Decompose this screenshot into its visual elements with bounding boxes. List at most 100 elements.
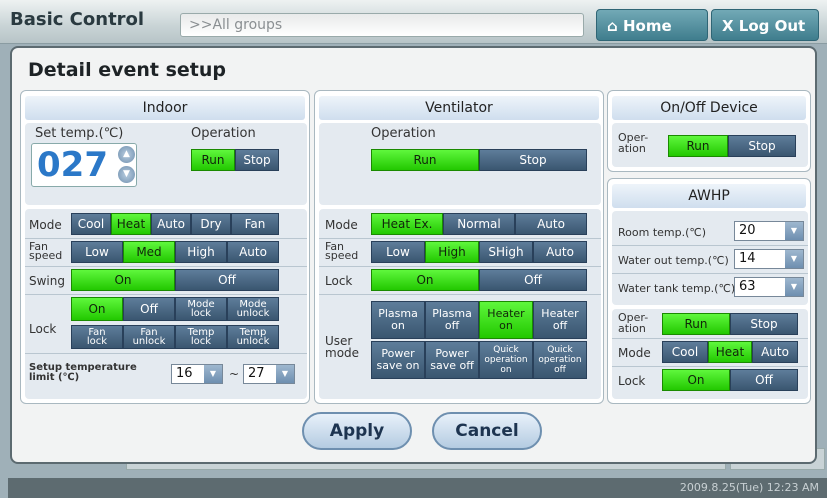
divider (612, 366, 808, 367)
lock-label: Lock (29, 322, 57, 336)
apply-button[interactable]: Apply (302, 412, 412, 450)
fan-high-button[interactable]: High (175, 241, 227, 263)
onoff-stop-button[interactable]: Stop (728, 135, 796, 157)
water-tank-temp-select[interactable]: 63 ▼ (734, 277, 804, 297)
top-bar: Basic Control >>All groups ⌂ Home X Log … (0, 0, 827, 44)
onoff-title: On/Off Device (612, 96, 806, 120)
vent-run-button[interactable]: Run (371, 149, 479, 171)
onoff-run-button[interactable]: Run (668, 135, 728, 157)
btn-line: off (444, 319, 460, 332)
btn-line: lock (86, 336, 108, 347)
awhp-stop-button[interactable]: Stop (730, 313, 798, 335)
lock-on-button[interactable]: On (71, 297, 123, 321)
vent-mode-label: Mode (325, 218, 358, 232)
mode-dry-button[interactable]: Dry (191, 213, 231, 235)
heater-on-button[interactable]: Heater on (479, 301, 533, 339)
quick-operation-off-button[interactable]: Quick operation off (533, 341, 587, 379)
temp-down-button[interactable]: ▼ (118, 166, 135, 183)
room-temp-label: Room temp.(℃) (618, 226, 707, 239)
plasma-on-button[interactable]: Plasma on (371, 301, 425, 339)
chevron-down-icon: ▼ (785, 222, 803, 240)
onoff-device-section: On/Off Device Oper- ation Run Stop (607, 90, 811, 172)
temp-lock-button[interactable]: Temp lock (175, 325, 227, 349)
mode-lock-button[interactable]: Mode lock (175, 297, 227, 321)
btn-line: off (552, 319, 568, 332)
dialog-title: Detail event setup (28, 59, 226, 81)
divider (25, 353, 307, 354)
awhp-lock-off-button[interactable]: Off (730, 369, 798, 391)
vent-mode-heatex-button[interactable]: Heat Ex. (371, 213, 443, 235)
quick-operation-on-button[interactable]: Quick operation on (479, 341, 533, 379)
lock-off-button[interactable]: Off (123, 297, 175, 321)
ventilator-title: Ventilator (319, 96, 599, 120)
indoor-run-button[interactable]: Run (191, 149, 235, 171)
power-save-on-button[interactable]: Power save on (371, 341, 425, 379)
fan-med-button[interactable]: Med (123, 241, 175, 263)
awhp-mode-label: Mode (618, 346, 651, 360)
swing-on-button[interactable]: On (71, 269, 175, 291)
detail-event-dialog: Detail event setup Indoor Set temp.(℃) 0… (10, 46, 817, 464)
heater-off-button[interactable]: Heater off (533, 301, 587, 339)
vent-mode-auto-button[interactable]: Auto (515, 213, 587, 235)
awhp-mode-heat-button[interactable]: Heat (708, 341, 752, 363)
vent-fan-high-button[interactable]: High (425, 241, 479, 263)
mode-heat-button[interactable]: Heat (111, 213, 151, 235)
awhp-oper-label-2: ation (618, 322, 646, 335)
water-tank-temp-label: Water tank temp.(℃) (618, 282, 736, 295)
fan-unlock-button[interactable]: Fan unlock (123, 325, 175, 349)
operation-label: Operation (191, 126, 256, 141)
fan-lock-button[interactable]: Fan lock (71, 325, 123, 349)
vent-lock-label: Lock (325, 274, 353, 288)
vent-lock-on-button[interactable]: On (371, 269, 479, 291)
temp-limit-high-select[interactable]: 27 ▼ (243, 364, 295, 384)
mode-unlock-button[interactable]: Mode unlock (227, 297, 279, 321)
vent-fan-label-2: speed (325, 249, 359, 262)
awhp-mode-auto-button[interactable]: Auto (752, 341, 798, 363)
vent-fan-shigh-button[interactable]: SHigh (479, 241, 533, 263)
combo-value: 14 (739, 251, 756, 266)
cancel-button[interactable]: Cancel (432, 412, 542, 450)
set-temp-label: Set temp.(℃) (35, 126, 124, 141)
limit-separator: ~ (229, 367, 240, 381)
chevron-down-icon: ▼ (204, 365, 222, 383)
btn-line: operation (484, 355, 528, 365)
mode-cool-button[interactable]: Cool (71, 213, 111, 235)
btn-line: on (499, 319, 513, 332)
temp-up-button[interactable]: ▲ (118, 146, 135, 163)
divider (319, 294, 601, 295)
water-out-temp-select[interactable]: 14 ▼ (734, 249, 804, 269)
fan-low-button[interactable]: Low (71, 241, 123, 263)
temp-limit-low-select[interactable]: 16 ▼ (171, 364, 223, 384)
room-temp-select[interactable]: 20 ▼ (734, 221, 804, 241)
group-selector[interactable]: >>All groups (180, 13, 584, 37)
combo-value: 16 (176, 366, 193, 381)
btn-line: on (391, 319, 405, 332)
fan-speed-label-2: speed (29, 249, 63, 262)
mode-fan-button[interactable]: Fan (231, 213, 279, 235)
power-save-off-button[interactable]: Power save off (425, 341, 479, 379)
logout-button[interactable]: X Log Out (711, 9, 819, 41)
home-button[interactable]: ⌂ Home (596, 9, 708, 41)
fan-auto-button[interactable]: Auto (227, 241, 279, 263)
plasma-off-button[interactable]: Plasma off (425, 301, 479, 339)
chevron-down-icon: ▼ (785, 250, 803, 268)
vent-lock-off-button[interactable]: Off (479, 269, 587, 291)
divider (319, 238, 601, 239)
awhp-run-button[interactable]: Run (662, 313, 730, 335)
vent-fan-low-button[interactable]: Low (371, 241, 425, 263)
mode-auto-button[interactable]: Auto (151, 213, 191, 235)
btn-line: unlock (236, 336, 270, 347)
temp-unlock-button[interactable]: Temp unlock (227, 325, 279, 349)
awhp-lock-label: Lock (618, 374, 646, 388)
awhp-section: AWHP Room temp.(℃) 20 ▼ Water out temp.(℃… (607, 178, 811, 404)
vent-stop-button[interactable]: Stop (479, 149, 587, 171)
indoor-section: Indoor Set temp.(℃) 027 ▲ ▼ Operation Ru… (20, 90, 310, 404)
swing-off-button[interactable]: Off (175, 269, 279, 291)
awhp-mode-cool-button[interactable]: Cool (662, 341, 708, 363)
vent-mode-normal-button[interactable]: Normal (443, 213, 515, 235)
awhp-lock-on-button[interactable]: On (662, 369, 730, 391)
divider (612, 245, 808, 246)
indoor-stop-button[interactable]: Stop (235, 149, 279, 171)
vent-fan-auto-button[interactable]: Auto (533, 241, 587, 263)
combo-value: 20 (739, 223, 756, 238)
